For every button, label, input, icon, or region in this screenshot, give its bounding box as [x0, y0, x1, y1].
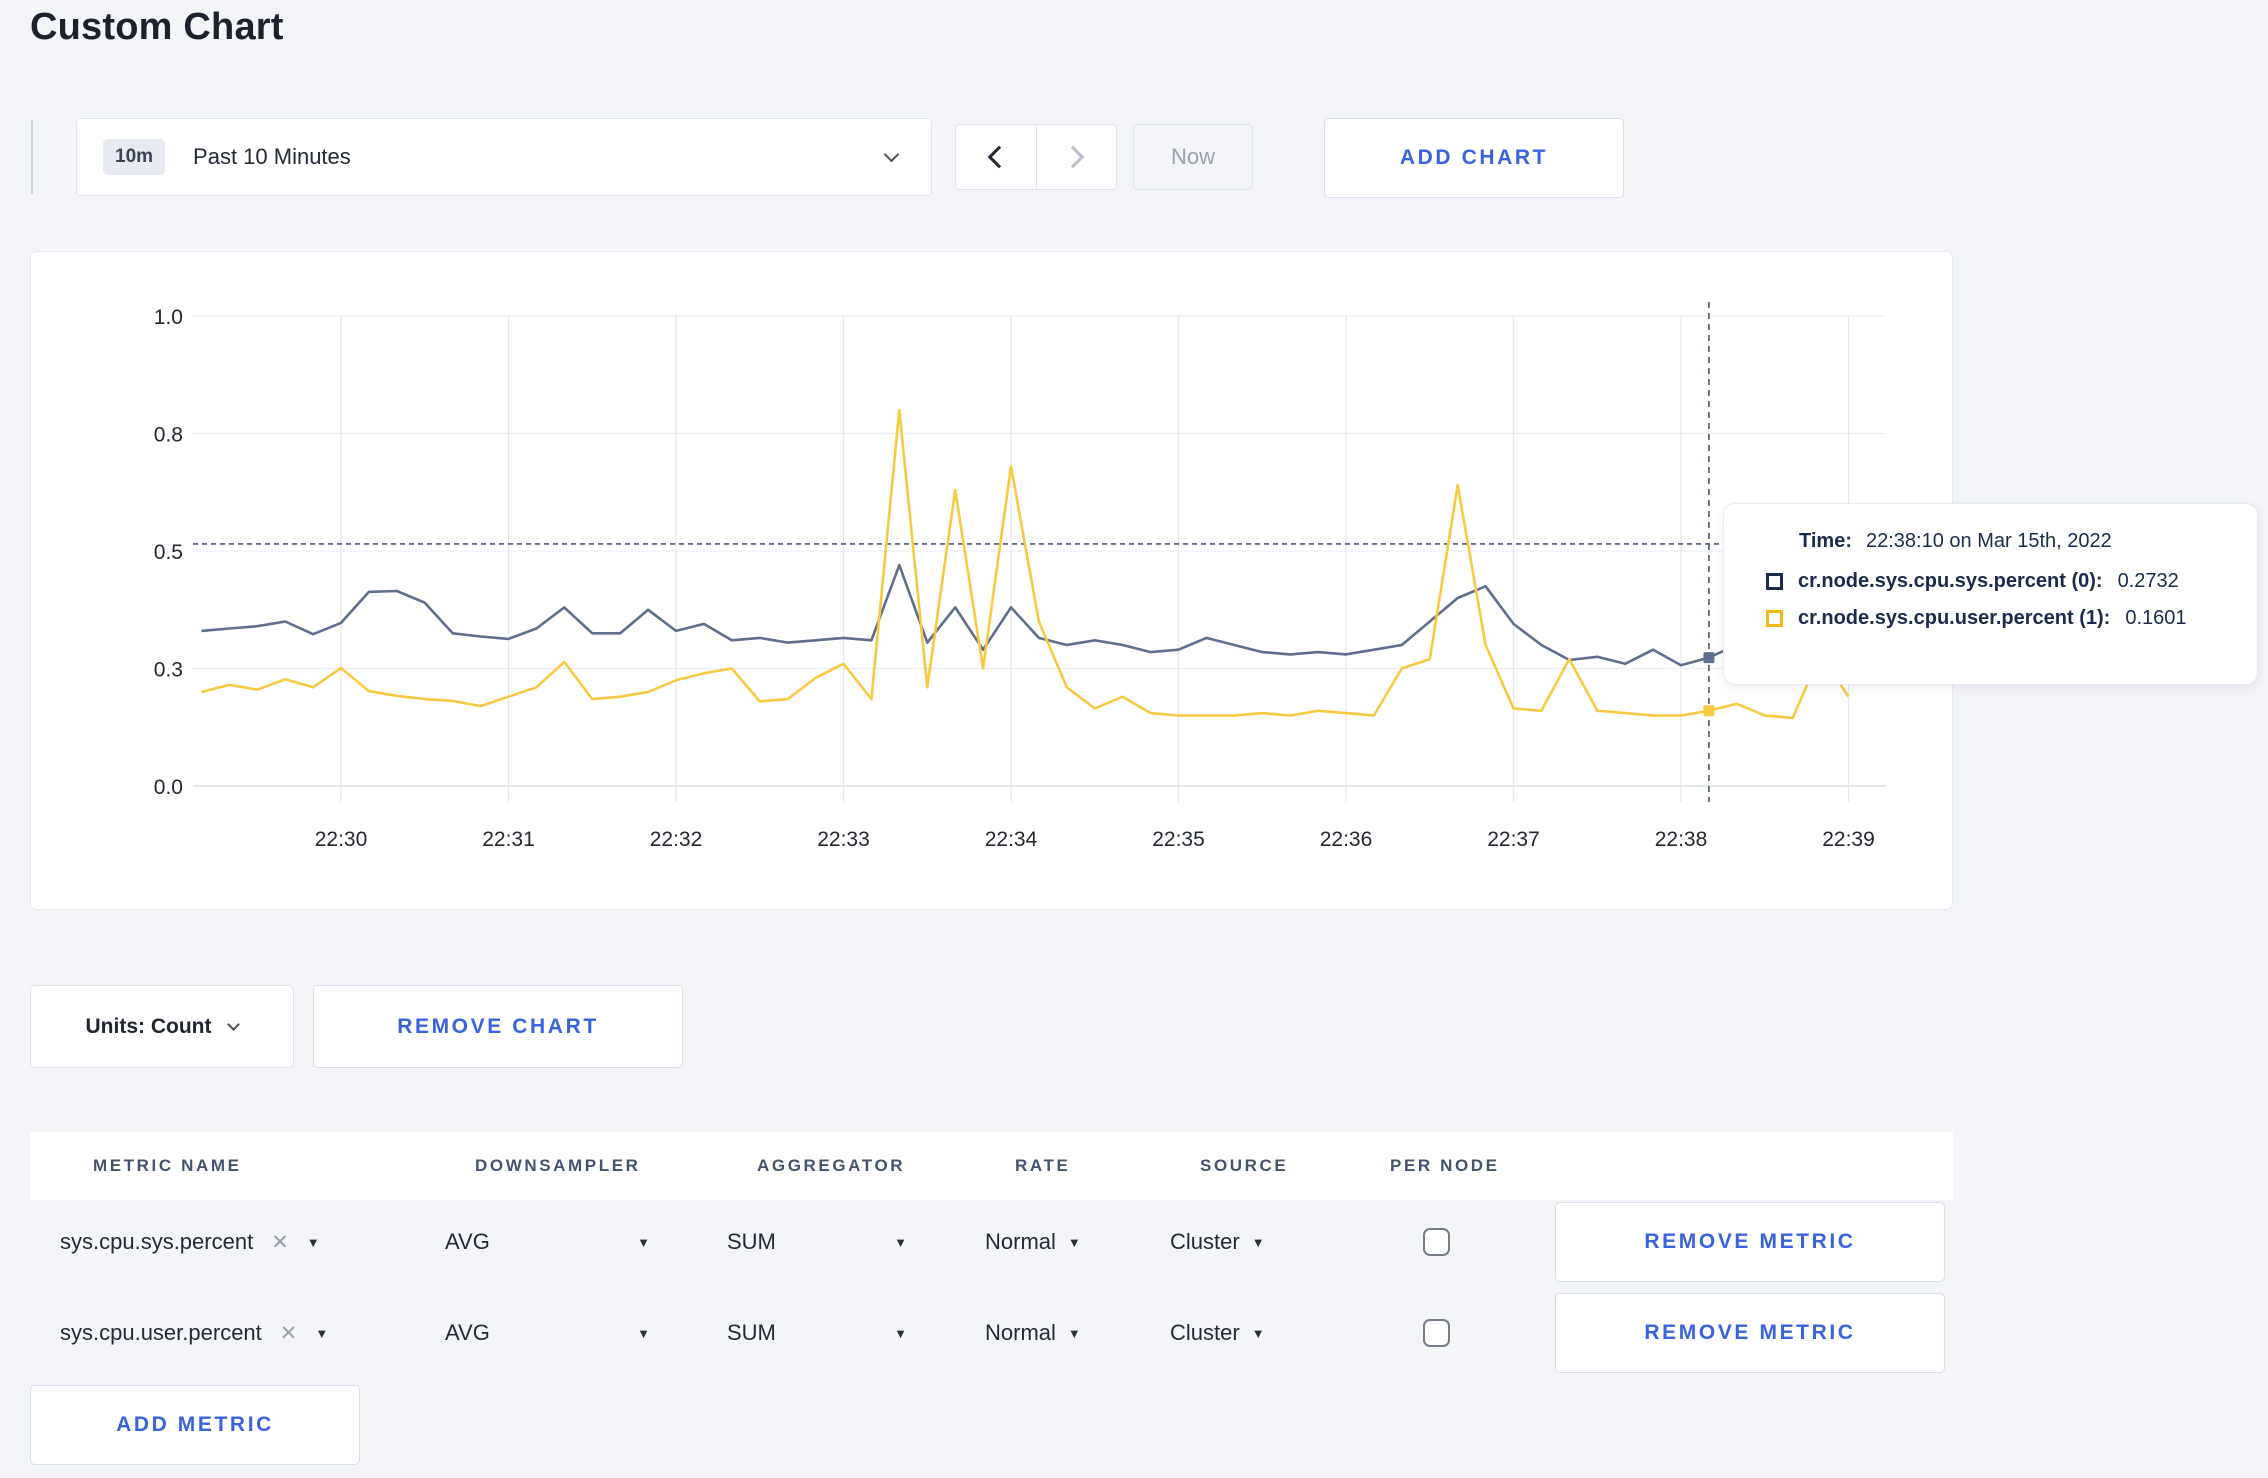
caret-down-icon: ▼: [306, 1234, 320, 1250]
time-range-label: Past 10 Minutes: [193, 144, 351, 169]
y-axis-tick-label: 0.3: [154, 659, 183, 682]
y-axis-tick-label: 0.5: [154, 541, 183, 564]
caret-down-icon: ▼: [1067, 1325, 1081, 1341]
aggregator-select[interactable]: SUM ▼: [727, 1196, 907, 1288]
tooltip-time-value: 22:38:10 on Mar 15th, 2022: [1865, 530, 2112, 552]
chevron-right-icon: [1061, 145, 1085, 169]
source-select[interactable]: Cluster ▼: [1170, 1287, 1265, 1379]
y-axis-tick-label: 0.8: [154, 424, 183, 447]
x-axis-tick-label: 22:39: [1822, 828, 1875, 851]
aggregator-value: SUM: [727, 1320, 776, 1345]
tooltip-series-value: 0.2732: [2117, 570, 2179, 592]
tooltip-series-value: 0.1601: [2125, 607, 2187, 629]
time-range-select[interactable]: 10m Past 10 Minutes: [76, 118, 932, 196]
per-node-checkbox[interactable]: [1423, 1228, 1450, 1256]
series-line-cr.node.sys.cpu.user.percent: [201, 408, 1850, 720]
page-title: Custom Chart: [30, 6, 284, 48]
metric-name-label: sys.cpu.sys.percent: [60, 1229, 254, 1254]
tooltip-series-row: cr.node.sys.cpu.user.percent (1): 0.1601: [1766, 607, 2237, 630]
x-axis-tick-label: 22:32: [650, 828, 703, 851]
metric-row: sys.cpu.user.percent ✕ ▼ AVG ▼ SUM ▼ Normal ▼ Clu…: [0, 1287, 2268, 1379]
caret-down-icon: ▼: [315, 1325, 329, 1341]
series-line-cr.node.sys.cpu.sys.percent: [201, 563, 1849, 667]
x-axis-tick-label: 22:33: [817, 828, 870, 851]
metric-row: sys.cpu.sys.percent ✕ ▼ AVG ▼ SUM ▼ Normal ▼ Clus…: [0, 1196, 2268, 1288]
remove-chart-button[interactable]: REMOVE CHART: [313, 985, 683, 1068]
caret-down-icon: ▼: [637, 1234, 650, 1250]
crosshair-dot-cr.node.sys.cpu.user.percent: [1703, 705, 1715, 717]
tooltip-series-name: cr.node.sys.cpu.sys.percent (0):: [1798, 570, 2103, 592]
column-header-rate: RATE: [1015, 1156, 1071, 1175]
units-select[interactable]: Units: Count: [30, 985, 294, 1068]
time-nav-group: [955, 124, 1117, 190]
add-chart-button[interactable]: ADD CHART: [1324, 118, 1624, 198]
x-axis-tick-label: 22:36: [1320, 828, 1373, 851]
downsampler-select[interactable]: AVG ▼: [445, 1196, 650, 1288]
downsampler-value: AVG: [445, 1320, 490, 1345]
chart-card: 0.0 0.3 0.5 0.8 1.0 22:30 22:31 22:32 22:33 22:34…: [30, 251, 1953, 910]
now-button[interactable]: Now: [1133, 124, 1253, 190]
column-header-source: SOURCE: [1200, 1156, 1289, 1175]
column-header-aggregator: AGGREGATOR: [757, 1156, 906, 1175]
crosshair-dot-cr.node.sys.cpu.sys.percent: [1703, 652, 1715, 664]
downsampler-select[interactable]: AVG ▼: [445, 1287, 650, 1379]
custom-chart-plot[interactable]: 0.0 0.3 0.5 0.8 1.0 22:30 22:31 22:32 22:33 22:34…: [31, 252, 1954, 911]
metric-name-select[interactable]: sys.cpu.sys.percent ✕ ▼: [60, 1196, 320, 1288]
rate-select[interactable]: Normal ▼: [985, 1196, 1081, 1288]
caret-down-icon: ▼: [894, 1325, 907, 1341]
column-header-per-node: PER NODE: [1390, 1156, 1500, 1175]
x-axis-tick-label: 22:34: [985, 828, 1038, 851]
caret-down-icon: ▼: [1067, 1234, 1081, 1250]
metric-name-label: sys.cpu.user.percent: [60, 1320, 262, 1345]
tooltip-series-list: cr.node.sys.cpu.sys.percent (0): 0.2732 cr…: [1766, 570, 2237, 630]
chevron-down-icon: [883, 146, 900, 163]
column-header-metric-name: METRIC NAME: [93, 1156, 242, 1175]
toolbar-divider: [31, 120, 33, 194]
caret-down-icon: ▼: [1251, 1325, 1265, 1341]
y-axis-tick-label: 1.0: [154, 306, 183, 329]
downsampler-value: AVG: [445, 1229, 490, 1254]
tooltip-time-row: Time: 22:38:10 on Mar 15th, 2022: [1799, 530, 2237, 553]
time-back-button[interactable]: [956, 125, 1036, 189]
aggregator-select[interactable]: SUM ▼: [727, 1287, 907, 1379]
time-forward-button[interactable]: [1035, 125, 1117, 189]
rate-value: Normal: [985, 1320, 1056, 1345]
chevron-down-icon: [227, 1018, 241, 1031]
tooltip-series-name: cr.node.sys.cpu.user.percent (1):: [1798, 607, 2111, 629]
caret-down-icon: ▼: [1251, 1234, 1265, 1250]
caret-down-icon: ▼: [637, 1325, 650, 1341]
chart-tooltip: Time: 22:38:10 on Mar 15th, 2022 cr.node.…: [1723, 503, 2258, 685]
series-legend-square-icon: [1766, 610, 1783, 627]
x-axis-tick-label: 22:35: [1152, 828, 1205, 851]
metric-name-select[interactable]: sys.cpu.user.percent ✕ ▼: [60, 1287, 328, 1379]
source-select[interactable]: Cluster ▼: [1170, 1196, 1265, 1288]
time-range-badge: 10m: [103, 139, 166, 175]
units-label: Units: Count: [85, 1014, 212, 1038]
remove-metric-button[interactable]: REMOVE METRIC: [1555, 1202, 1945, 1282]
column-header-downsampler: DOWNSAMPLER: [475, 1156, 641, 1175]
x-axis-tick-label: 22:31: [482, 828, 535, 851]
tooltip-series-row: cr.node.sys.cpu.sys.percent (0): 0.2732: [1766, 570, 2237, 593]
caret-down-icon: ▼: [894, 1234, 907, 1250]
remove-metric-x-icon[interactable]: ✕: [280, 1321, 298, 1346]
add-metric-button[interactable]: ADD METRIC: [30, 1385, 360, 1465]
remove-metric-button[interactable]: REMOVE METRIC: [1555, 1293, 1945, 1373]
chevron-left-icon: [987, 145, 1011, 169]
metrics-table-header: METRIC NAME DOWNSAMPLER AGGREGATOR RATE SOUR…: [30, 1132, 1953, 1200]
remove-metric-x-icon[interactable]: ✕: [271, 1230, 289, 1255]
x-axis-tick-label: 22:38: [1655, 828, 1708, 851]
rate-value: Normal: [985, 1229, 1056, 1254]
x-axis-tick-label: 22:37: [1487, 828, 1540, 851]
y-axis-tick-label: 0.0: [154, 776, 183, 799]
aggregator-value: SUM: [727, 1229, 776, 1254]
per-node-checkbox[interactable]: [1423, 1319, 1450, 1347]
tooltip-time-label: Time:: [1799, 530, 1852, 552]
source-value: Cluster: [1170, 1320, 1240, 1345]
series-legend-square-icon: [1766, 573, 1783, 590]
rate-select[interactable]: Normal ▼: [985, 1287, 1081, 1379]
x-axis-tick-label: 22:30: [315, 828, 368, 851]
source-value: Cluster: [1170, 1229, 1240, 1254]
